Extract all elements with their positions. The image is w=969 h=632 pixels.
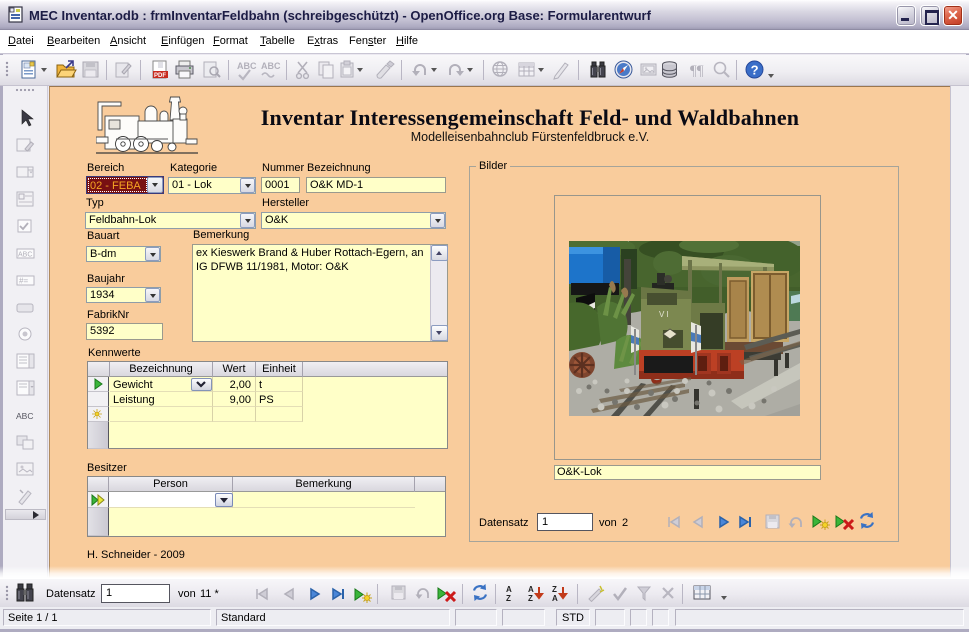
svg-text:Z: Z	[528, 594, 533, 602]
svg-text:¶¶: ¶¶	[690, 63, 704, 79]
svg-text:Z: Z	[506, 594, 511, 602]
svg-text:A: A	[552, 594, 558, 602]
svg-text:ABC: ABC	[261, 61, 281, 71]
svg-text:#=: #=	[19, 277, 28, 286]
svg-text:PDF: PDF	[154, 73, 166, 79]
svg-text:A: A	[506, 585, 512, 594]
svg-text:V I: V I	[659, 310, 669, 319]
svg-text:ABC: ABC	[18, 252, 32, 259]
svg-text:Z: Z	[552, 585, 557, 594]
svg-text:ABC: ABC	[237, 61, 257, 71]
svg-text:ABC: ABC	[16, 411, 33, 421]
svg-text:A: A	[528, 585, 534, 594]
svg-text:?: ?	[751, 63, 759, 78]
